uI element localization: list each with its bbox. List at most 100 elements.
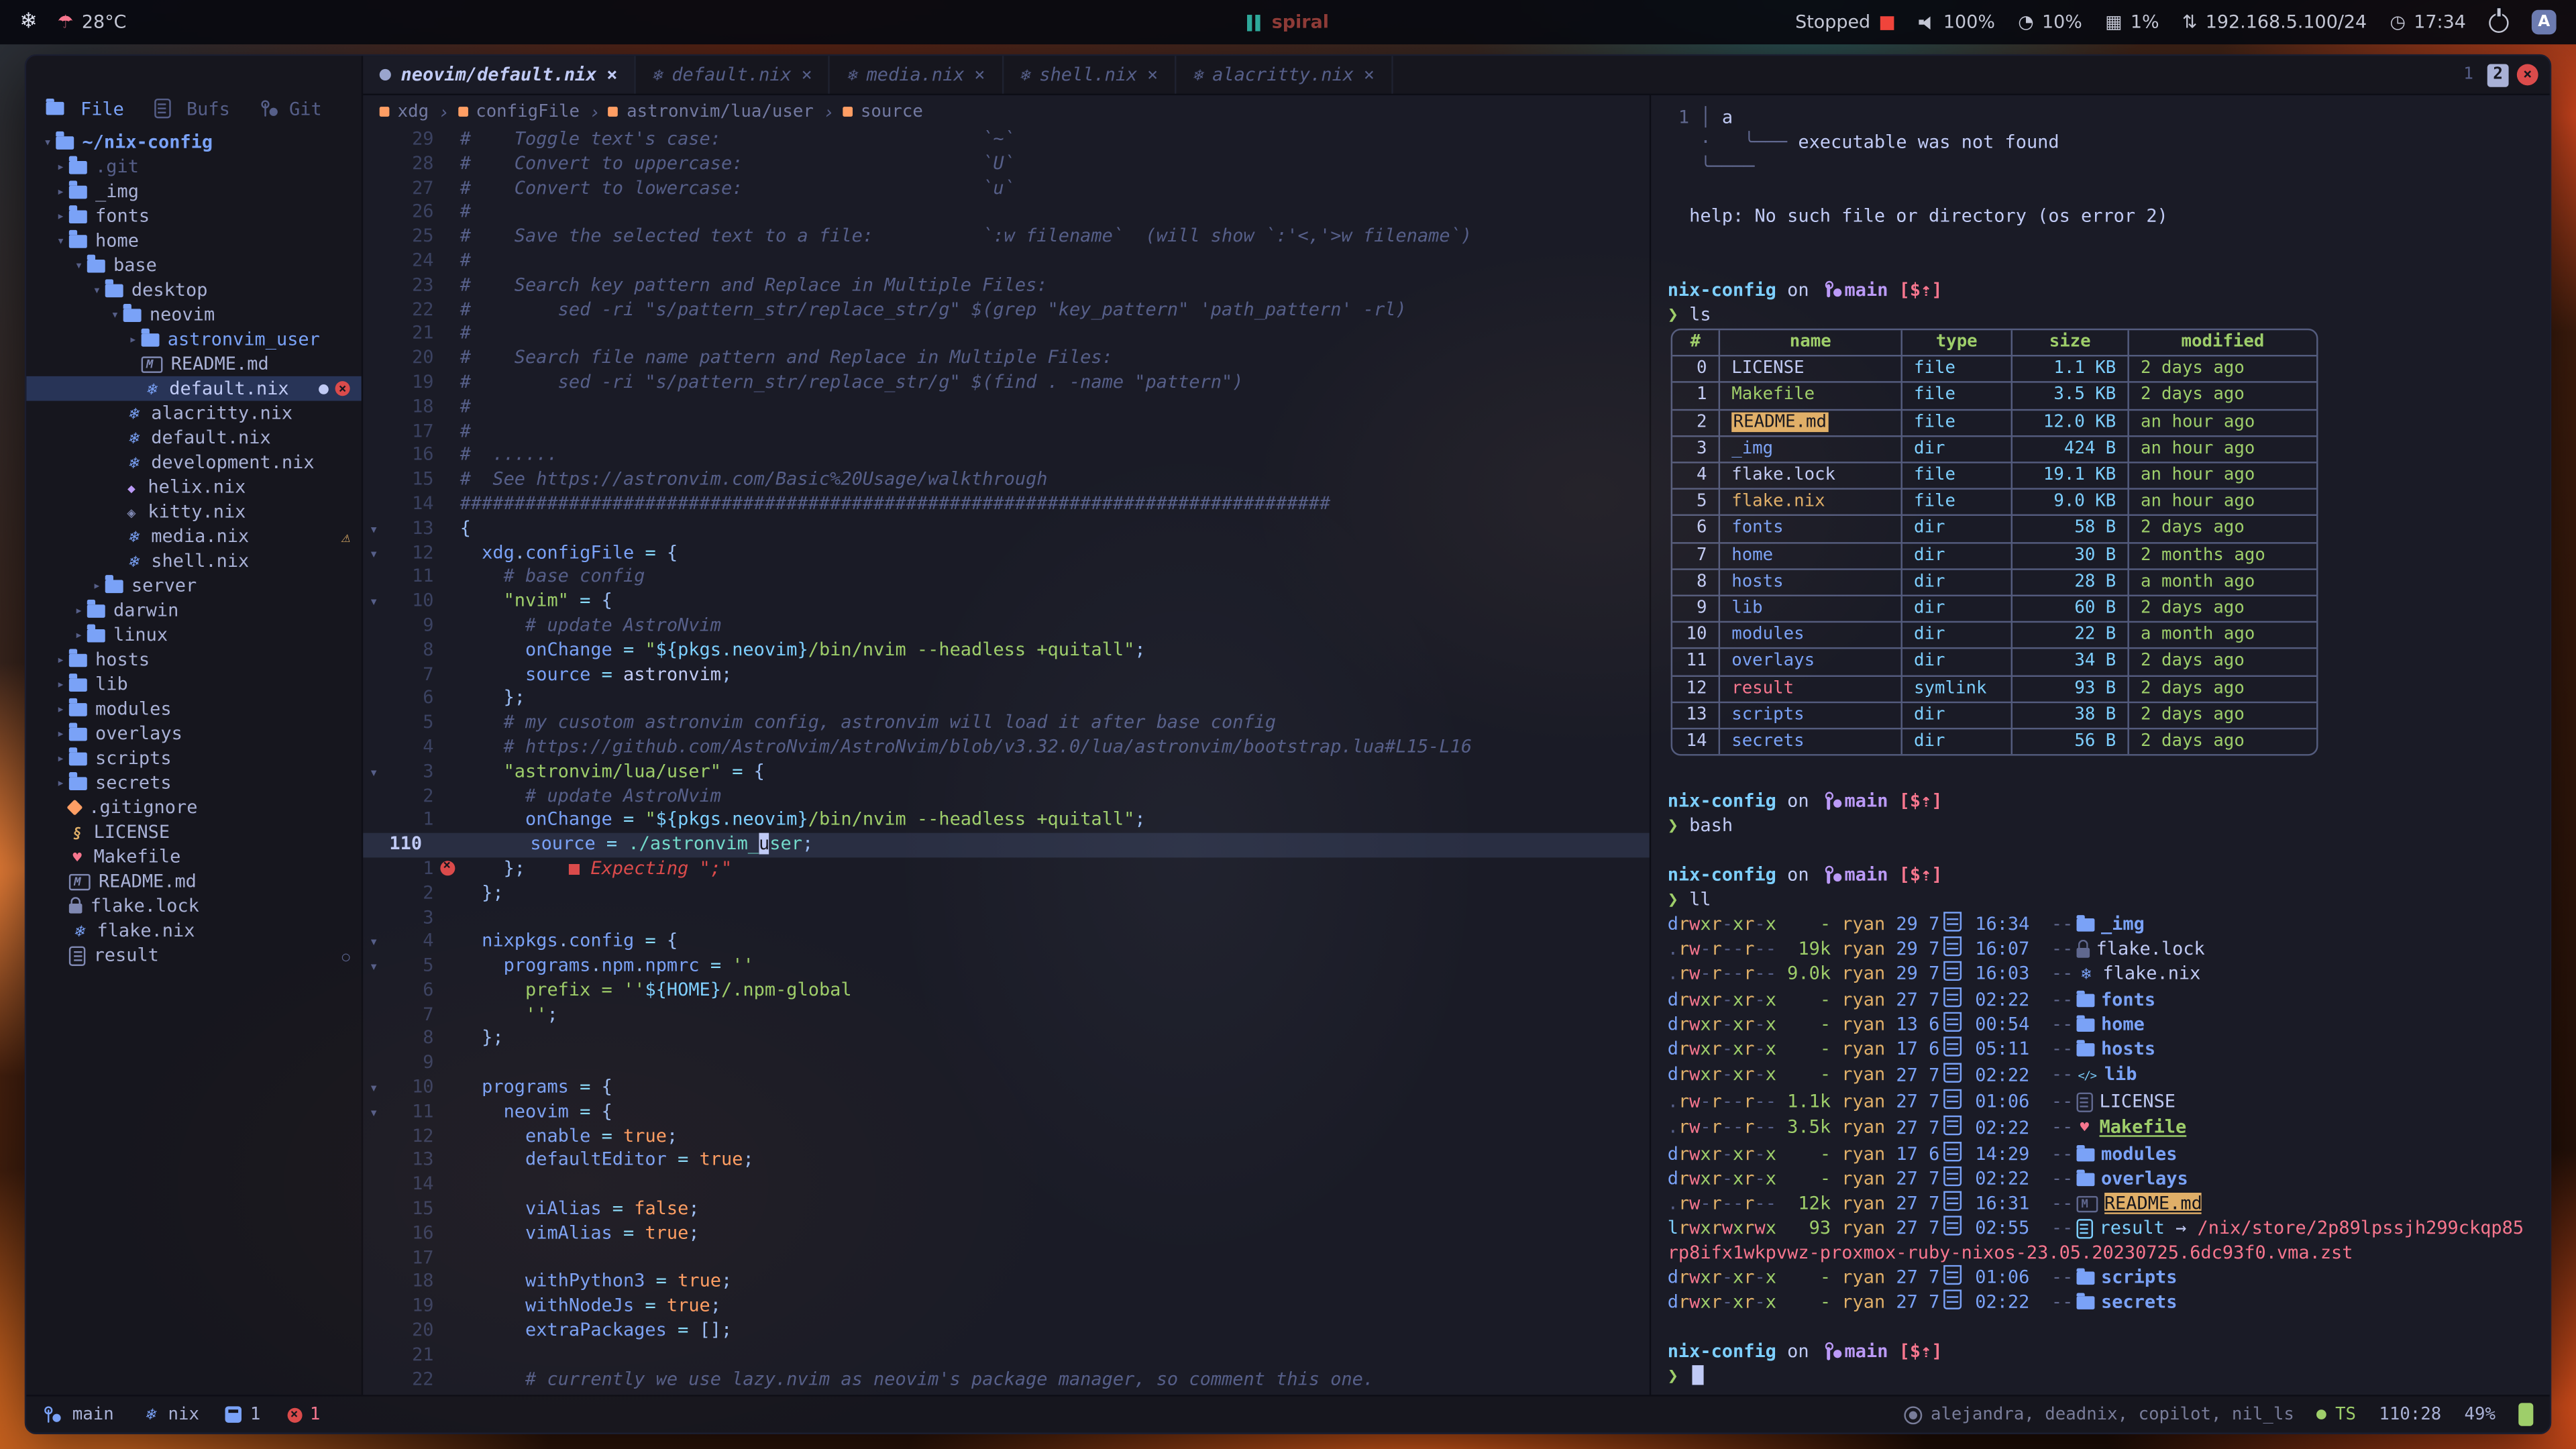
code-line[interactable]: 16 vimAlias = true; <box>363 1222 1650 1246</box>
fold-column[interactable] <box>363 833 384 857</box>
fold-column[interactable] <box>363 176 384 201</box>
power-icon[interactable] <box>2489 12 2508 32</box>
tree-item[interactable]: README.md <box>26 869 362 894</box>
fold-open-icon[interactable] <box>369 1101 378 1122</box>
fold-column[interactable] <box>363 1295 384 1319</box>
expand-icon[interactable] <box>52 652 68 667</box>
tree-item[interactable]: desktop <box>26 278 362 303</box>
tree-item[interactable]: helix.nix <box>26 475 362 500</box>
fold-column[interactable] <box>363 347 384 371</box>
fold-column[interactable] <box>363 663 384 687</box>
tree-item[interactable]: astronvim_user <box>26 327 362 352</box>
tree-item[interactable]: result <box>26 943 362 968</box>
code-line[interactable]: 26 # <box>363 201 1650 225</box>
fold-column[interactable] <box>363 736 384 760</box>
tree-item[interactable]: lib <box>26 672 362 697</box>
code-line[interactable]: 8 }; <box>363 1028 1650 1052</box>
code-line[interactable]: 13 defaultEditor = true; <box>363 1149 1650 1173</box>
code-line[interactable]: 10 programs = { <box>363 1076 1650 1100</box>
tree-item[interactable]: modules <box>26 696 362 721</box>
fold-open-icon[interactable] <box>369 541 378 563</box>
code-line[interactable]: 14 #####################################… <box>363 493 1650 517</box>
fold-column[interactable] <box>363 906 384 930</box>
code-line[interactable]: 13 { <box>363 517 1650 541</box>
editor-tab[interactable]: default.nix <box>635 56 830 93</box>
code-line[interactable]: 17 <box>363 1246 1650 1271</box>
code-line[interactable]: 20 # Search file name pattern and Replac… <box>363 347 1650 371</box>
fold-open-icon[interactable] <box>369 590 378 612</box>
code-line[interactable]: 19 # sed -ri "s/pattern_str/replace_str/… <box>363 371 1650 395</box>
tree-item[interactable]: kitty.nix <box>26 499 362 524</box>
code-line[interactable]: 11 # base config <box>363 566 1650 590</box>
expand-icon[interactable] <box>52 775 68 790</box>
expand-icon[interactable] <box>89 282 105 297</box>
expand-icon[interactable] <box>107 307 123 322</box>
tree-source-tab[interactable]: Bufs <box>154 98 230 119</box>
fold-column[interactable] <box>363 1344 384 1368</box>
tree-item[interactable]: neovim <box>26 303 362 327</box>
close-button-icon[interactable] <box>2517 64 2538 86</box>
tab-close-icon[interactable] <box>1147 64 1158 86</box>
code-line[interactable]: 15 viAlias = false; <box>363 1197 1650 1222</box>
code-line[interactable]: 29 # Toggle text's case: `~` <box>363 128 1650 152</box>
tree-item[interactable]: alacritty.nix <box>26 401 362 426</box>
fold-column[interactable] <box>363 930 384 955</box>
fold-column[interactable] <box>363 857 384 881</box>
tree-item[interactable]: flake.nix <box>26 918 362 943</box>
fold-column[interactable] <box>363 1028 384 1052</box>
tree-item[interactable]: darwin <box>26 598 362 623</box>
editor[interactable]: xdg configFile <box>363 95 1650 1395</box>
code-line[interactable]: 5 programs.npm.npmrc = '' <box>363 955 1650 979</box>
fold-column[interactable] <box>363 1271 384 1295</box>
code-line[interactable]: 2 # update AstroNvim <box>363 784 1650 808</box>
fold-column[interactable] <box>363 274 384 298</box>
code-line[interactable]: 9 <box>363 1052 1650 1076</box>
diagnostics-errors[interactable]: 1 <box>287 1405 321 1424</box>
fold-column[interactable] <box>363 201 384 225</box>
fold-column[interactable] <box>363 1101 384 1125</box>
fold-column[interactable] <box>363 493 384 517</box>
tree-item[interactable]: secrets <box>26 771 362 796</box>
code-line[interactable]: 24 # <box>363 250 1650 274</box>
code-line[interactable]: 25 # Save the selected text to a file: `… <box>363 225 1650 250</box>
code-line[interactable]: 7 source = astronvim; <box>363 663 1650 687</box>
fold-column[interactable] <box>363 760 384 784</box>
tabpage-1[interactable]: 1 <box>2458 63 2479 86</box>
code-line[interactable]: 15 # See https://astronvim.com/Basic%20U… <box>363 468 1650 492</box>
fold-open-icon[interactable] <box>369 1076 378 1097</box>
fold-column[interactable] <box>363 1368 384 1392</box>
expand-icon[interactable] <box>52 751 68 765</box>
code-line[interactable]: 23 # Search key pattern and Replace in M… <box>363 274 1650 298</box>
fold-column[interactable] <box>363 444 384 468</box>
terminal[interactable]: 1 │ a · ╰─── executable was not found ╰─… <box>1650 95 2550 1395</box>
fold-column[interactable] <box>363 614 384 639</box>
editor-tab[interactable]: neovim/default.nix <box>363 56 635 93</box>
keyboard-layout-badge[interactable]: A <box>2532 10 2557 35</box>
fold-column[interactable] <box>363 225 384 250</box>
fold-column[interactable] <box>363 687 384 711</box>
tree-source-tab[interactable]: File <box>46 98 124 119</box>
fold-column[interactable] <box>363 420 384 444</box>
code-line[interactable]: 27 # Convert to lowercase: `u` <box>363 176 1650 201</box>
tree-item[interactable]: Makefile <box>26 845 362 869</box>
fold-column[interactable] <box>363 1149 384 1173</box>
expand-icon[interactable] <box>52 702 68 716</box>
tree-item[interactable]: README.md <box>26 352 362 376</box>
code-line[interactable]: 20 extraPackages = []; <box>363 1320 1650 1344</box>
code-line[interactable]: 110 source = ./astronvim_user; <box>363 833 1650 857</box>
tree-item[interactable]: _img <box>26 179 362 204</box>
code-line[interactable]: 6 prefix = ''${HOME}/.npm-global <box>363 979 1650 1003</box>
fold-column[interactable] <box>363 881 384 906</box>
fold-column[interactable] <box>363 712 384 736</box>
code-line[interactable]: 11 neovim = { <box>363 1101 1650 1125</box>
code-line[interactable]: 9 # update AstroNvim <box>363 614 1650 639</box>
code-line[interactable]: 4 nixpkgs.config = { <box>363 930 1650 955</box>
code-line[interactable]: 5 # my cusotom astronvim config, astronv… <box>363 712 1650 736</box>
expand-icon[interactable] <box>52 209 68 223</box>
fold-column[interactable] <box>363 784 384 808</box>
editor-tab[interactable]: alacritty.nix <box>1176 56 1393 93</box>
fold-column[interactable] <box>363 128 384 152</box>
code-line[interactable]: 22 # currently we use lazy.nvim as neovi… <box>363 1368 1650 1392</box>
media-player-widget[interactable]: Stopped <box>1795 11 1896 33</box>
tree-item[interactable]: default.nix <box>26 376 362 401</box>
